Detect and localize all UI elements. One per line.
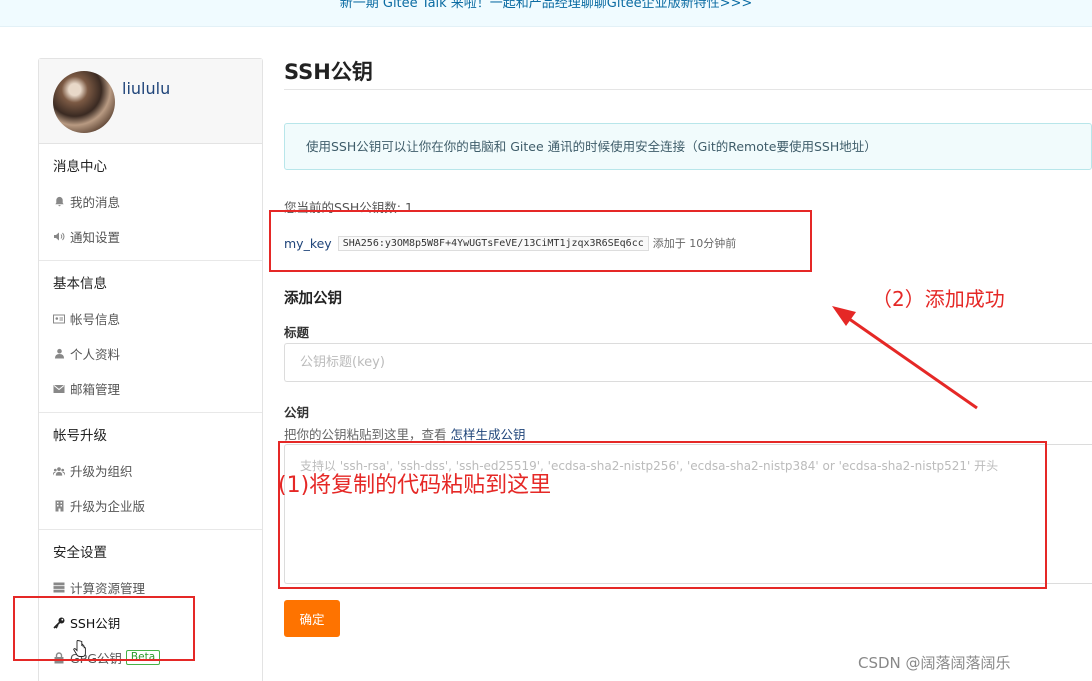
annotation-arrow [832, 306, 978, 410]
hand-cursor-icon [73, 640, 86, 657]
watermark: CSDN @阔落阔落阔乐 [858, 654, 1011, 672]
